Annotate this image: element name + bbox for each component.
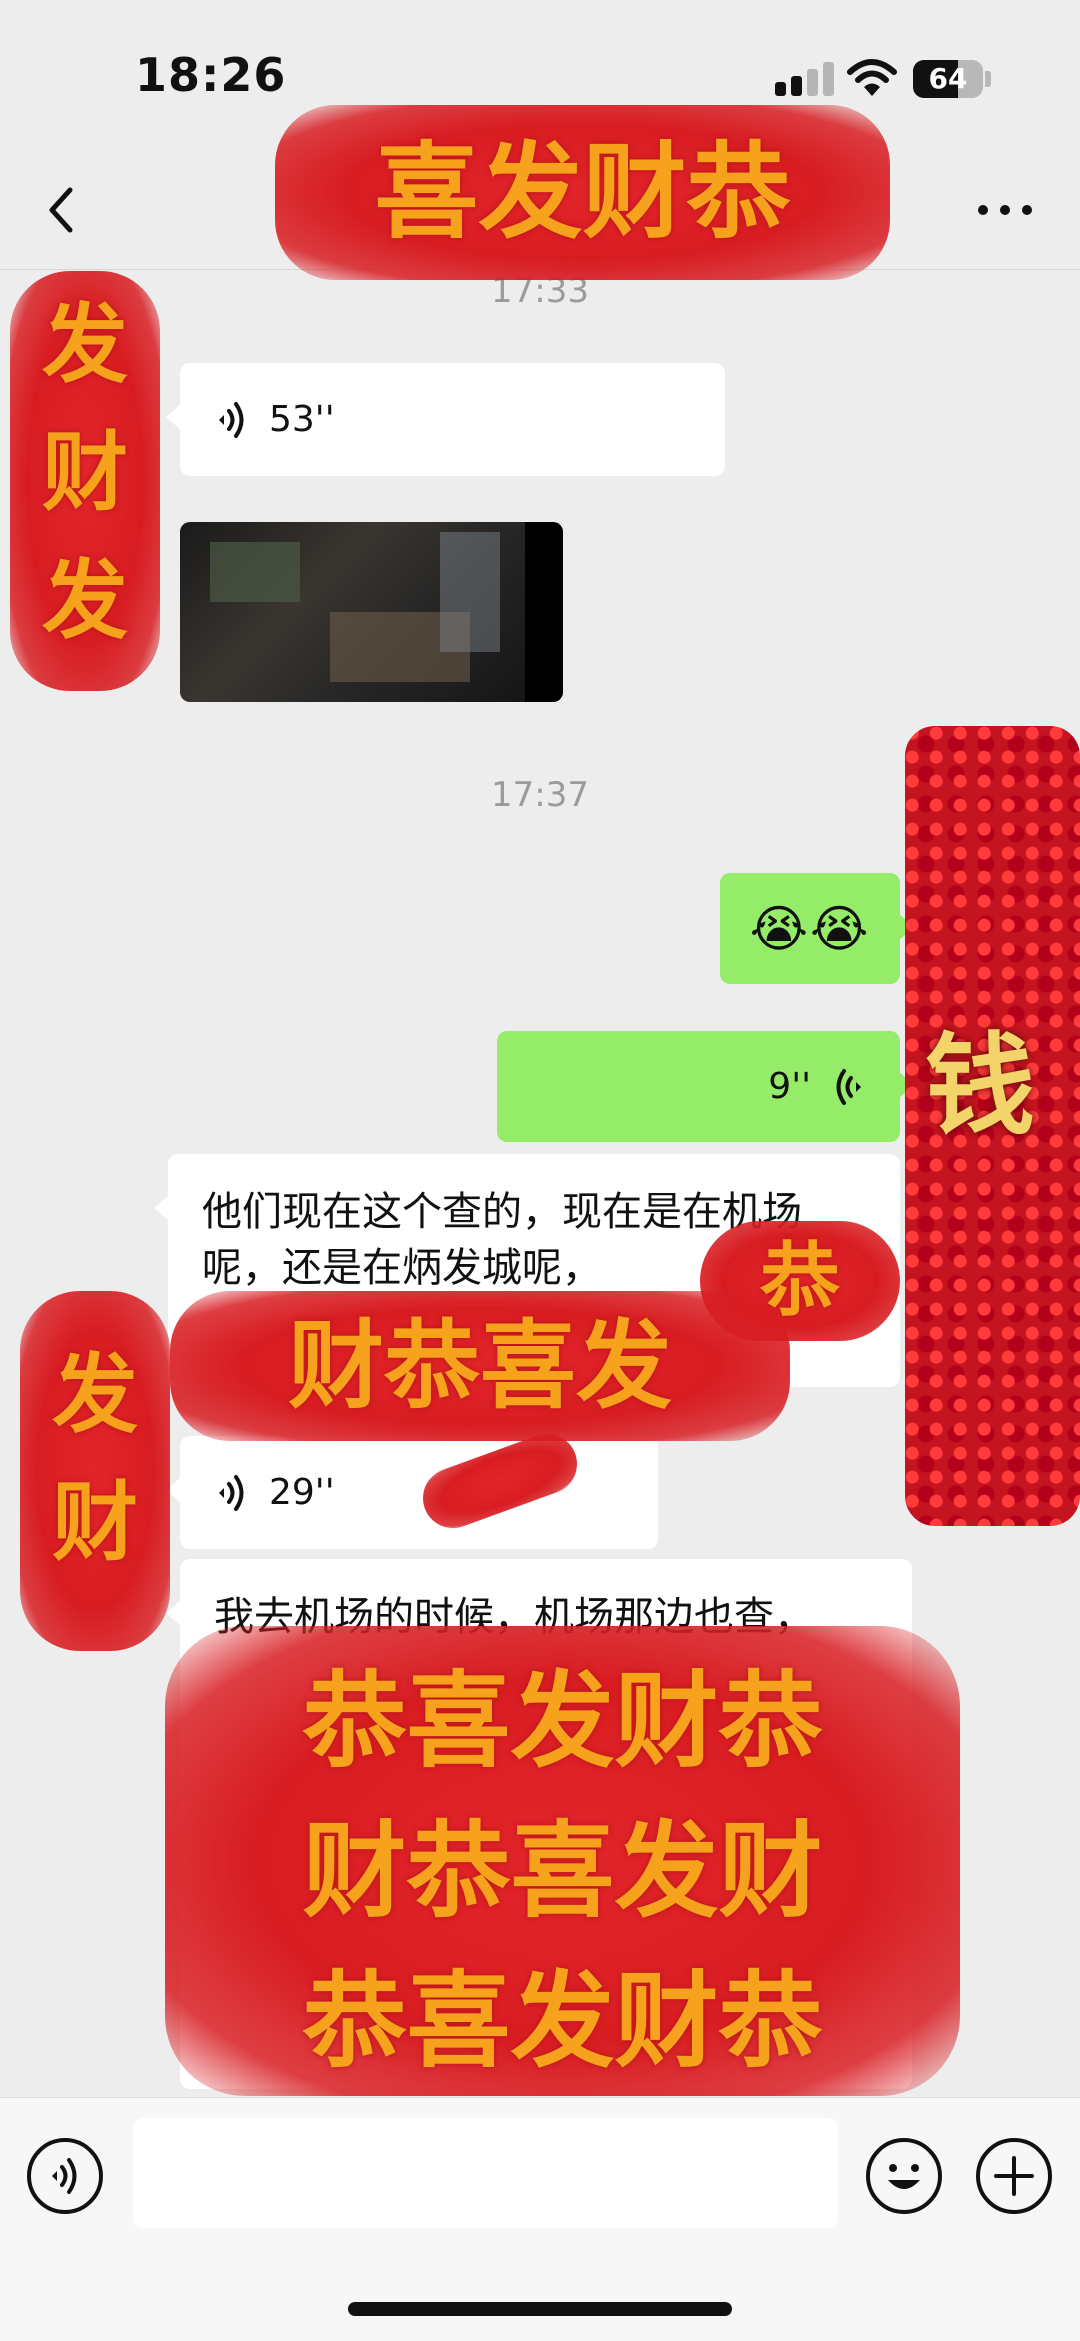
voice-wave-icon	[219, 401, 244, 438]
battery-icon: 64	[913, 60, 983, 98]
cellular-signal-icon	[775, 62, 835, 96]
emoji-message-text: 😭😭	[749, 899, 871, 958]
more-actions-button[interactable]	[976, 2138, 1052, 2214]
sticker-overlay-text: 财恭喜发	[288, 1310, 672, 1422]
sticker-overlay: 恭喜发财恭 财恭喜发财 恭喜发财恭	[165, 1626, 960, 2096]
chevron-left-icon	[49, 187, 73, 233]
status-time: 18:26	[135, 48, 287, 102]
emoji-message-bubble[interactable]: 😭😭	[720, 873, 914, 984]
battery-nub	[985, 71, 991, 87]
glitter-sticker-text: 钱	[925, 1022, 1035, 1150]
wifi-icon	[847, 59, 897, 96]
sticker-overlay: 发财	[20, 1291, 170, 1651]
sticker-overlay-text: 发财	[52, 1345, 138, 1573]
voice-message-bubble[interactable]: 53''	[166, 363, 725, 476]
voice-message-content: 9''	[768, 1031, 865, 1142]
voice-message-bubble[interactable]: 9''	[497, 1031, 914, 1142]
more-horizontal-icon	[978, 205, 1032, 215]
sticker-overlay: 财恭喜发	[170, 1291, 790, 1441]
sticker-overlay: 发财发	[10, 271, 160, 691]
sticker-overlay-text: 恭喜发财恭	[302, 1660, 823, 1782]
voice-message-content: 29''	[215, 1436, 335, 1549]
voice-wave-icon	[52, 2158, 77, 2194]
message-input[interactable]	[133, 2118, 838, 2228]
home-indicator	[348, 2302, 732, 2316]
voice-duration: 9''	[768, 1066, 811, 1107]
battery-level: 64	[928, 62, 968, 95]
sticker-overlay-text: 喜发财恭	[374, 131, 791, 253]
glitter-sticker: 钱	[905, 726, 1080, 1526]
video-thumbnail[interactable]	[180, 522, 563, 702]
voice-message-bubble[interactable]: 29''	[166, 1436, 658, 1549]
sticker-overlay-text: 财恭喜发财	[302, 1810, 823, 1932]
sticker-overlay-text: 发财发	[42, 295, 128, 651]
voice-duration: 53''	[269, 399, 335, 440]
voice-wave-icon	[836, 1068, 861, 1105]
plus-icon	[994, 2156, 1034, 2196]
voice-duration: 29''	[269, 1472, 335, 1513]
message-list[interactable]: 17:33 53'' 17:37 😭😭 9'' 他们现在这个查的，现在是在机场呢…	[0, 271, 1080, 2097]
more-options-button[interactable]	[975, 190, 1035, 230]
emoji-button[interactable]	[866, 2138, 942, 2214]
back-button[interactable]	[40, 180, 90, 240]
sticker-overlay-text: 恭喜发财恭	[302, 1960, 823, 2082]
voice-message-content: 53''	[215, 363, 335, 476]
voice-input-toggle-button[interactable]	[27, 2138, 103, 2214]
voice-wave-icon	[219, 1474, 244, 1511]
sticker-overlay: 喜发财恭	[275, 105, 890, 280]
smiley-icon	[888, 2164, 920, 2189]
